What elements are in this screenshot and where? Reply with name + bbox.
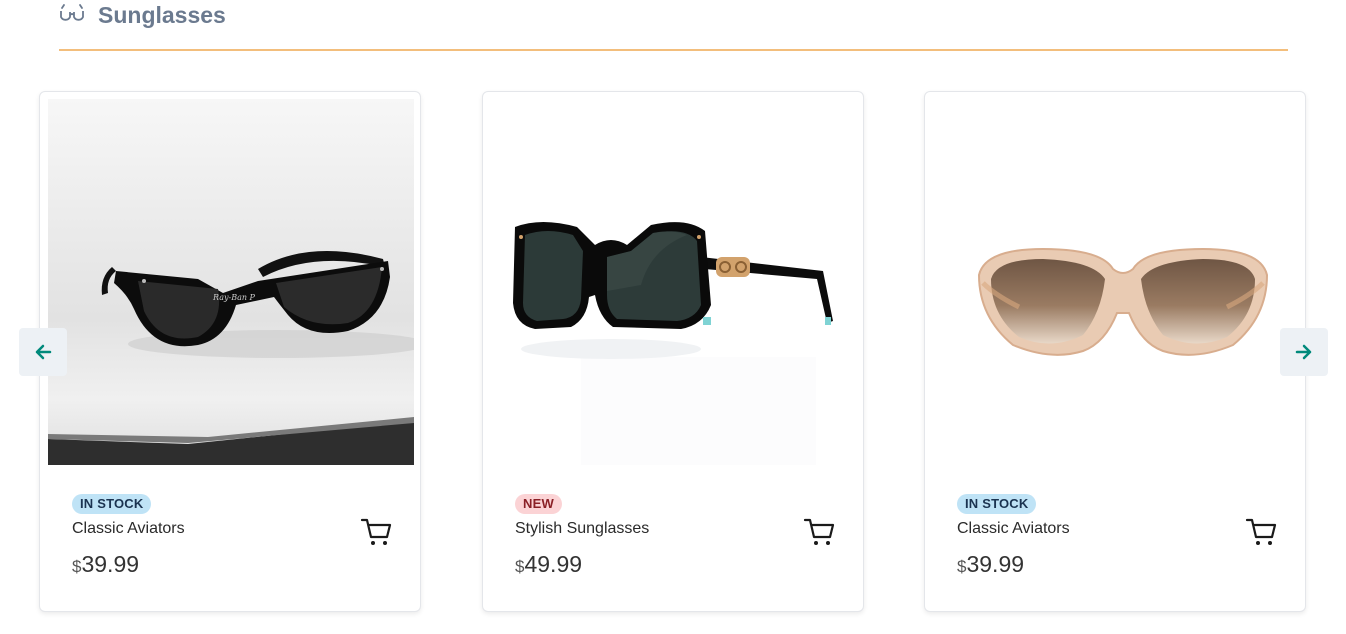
add-to-cart-icon[interactable] — [803, 516, 835, 548]
arrow-right-icon — [1295, 344, 1312, 360]
product-name[interactable]: Classic Aviators — [957, 520, 1070, 538]
status-badge: IN STOCK — [957, 494, 1037, 514]
arrow-left-icon — [35, 344, 52, 360]
product-card[interactable]: IN STOCK Classic Aviators $39.99 — [924, 91, 1306, 612]
svg-text:Ray-Ban P: Ray-Ban P — [212, 293, 256, 302]
carousel-next-button[interactable] — [1280, 328, 1328, 376]
product-price: $39.99 — [957, 551, 1024, 578]
add-to-cart-icon[interactable] — [1245, 516, 1277, 548]
section-header: Sunglasses — [59, 0, 1288, 52]
product-name[interactable]: Stylish Sunglasses — [515, 520, 649, 538]
product-image[interactable] — [933, 99, 1299, 465]
price-value: 39.99 — [81, 551, 140, 577]
carousel-prev-button[interactable] — [19, 328, 67, 376]
product-image[interactable]: Ray-Ban P — [48, 99, 414, 465]
product-name[interactable]: Classic Aviators — [72, 520, 185, 538]
add-to-cart-icon[interactable] — [360, 516, 392, 548]
product-image[interactable] — [491, 99, 857, 465]
product-card[interactable]: Ray-Ban P IN STOCK Classic Aviators $39.… — [39, 91, 421, 612]
section-divider — [59, 49, 1288, 51]
product-card[interactable]: NEW Stylish Sunglasses $49.99 — [482, 91, 864, 612]
section-title: Sunglasses — [98, 2, 226, 28]
status-badge: IN STOCK — [72, 494, 152, 514]
glasses-icon — [60, 4, 84, 21]
product-price: $39.99 — [72, 551, 139, 578]
product-price: $49.99 — [515, 551, 582, 578]
price-value: 39.99 — [966, 551, 1025, 577]
status-badge: NEW — [515, 494, 562, 514]
price-value: 49.99 — [524, 551, 583, 577]
